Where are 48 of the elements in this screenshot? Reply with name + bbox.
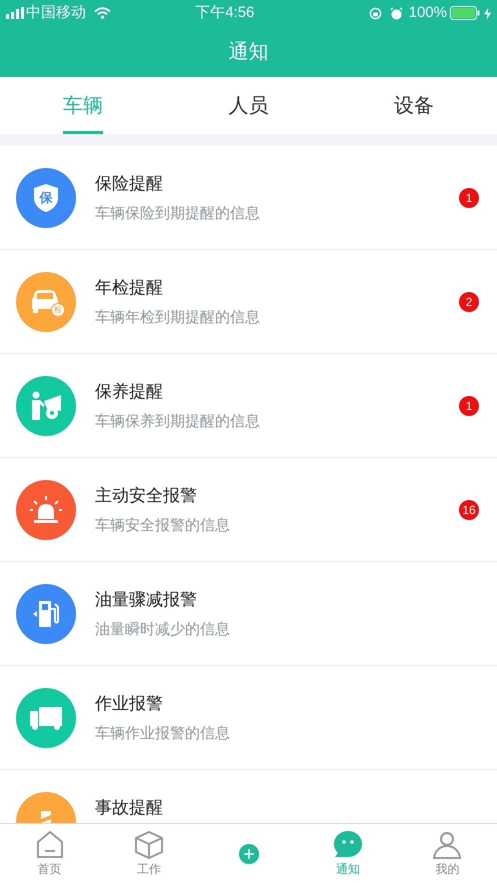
notification-title: 事故提醒 bbox=[95, 797, 164, 819]
notification-title: 主动安全报警 bbox=[95, 485, 198, 507]
unread-count: 16 bbox=[459, 500, 479, 520]
carrier-label: 中国移动 bbox=[26, 2, 86, 23]
plus-icon bbox=[244, 848, 254, 858]
mechanic-icon bbox=[29, 390, 63, 420]
notification-description: 车辆保险到期提醒的信息 bbox=[95, 204, 261, 224]
rotation-lock-icon bbox=[368, 6, 382, 20]
notification-description: 车辆作业报警的信息 bbox=[95, 724, 231, 744]
unread-count: 2 bbox=[459, 292, 479, 312]
charging-bolt-icon bbox=[484, 6, 491, 20]
truck-icon bbox=[28, 704, 64, 730]
notification-row[interactable]: 检 年检提醒 车辆年检到期提醒的信息 2 bbox=[0, 250, 497, 354]
notification-description: 车辆安全报警的信息 bbox=[95, 516, 231, 536]
siren-icon bbox=[29, 494, 63, 524]
house-icon bbox=[34, 830, 65, 860]
notification-title: 作业报警 bbox=[95, 693, 164, 715]
time-label: 下午4:56 bbox=[195, 2, 254, 23]
add-button[interactable] bbox=[238, 844, 259, 864]
notification-description: 油量瞬时减少的信息 bbox=[95, 620, 231, 640]
notification-row[interactable]: 油量骤减报警 油量瞬时减少的信息 bbox=[0, 562, 497, 666]
unread-count: 1 bbox=[459, 396, 479, 416]
notification-title: 保养提醒 bbox=[95, 381, 164, 403]
notification-title: 油量骤减报警 bbox=[95, 589, 198, 611]
wifi-icon bbox=[94, 7, 111, 19]
fuel-pump-icon bbox=[31, 598, 61, 628]
battery-percent: 100% bbox=[408, 2, 447, 23]
chat-bubble-icon bbox=[332, 830, 363, 860]
tab-bar-item[interactable]: 我的 bbox=[398, 824, 497, 883]
battery-icon bbox=[450, 6, 480, 20]
page-title: 通知 bbox=[228, 40, 268, 64]
notification-row[interactable]: 保 保险提醒 车辆保险到期提醒的信息 1 bbox=[0, 146, 497, 250]
category-tab[interactable]: 人员 bbox=[166, 77, 332, 134]
tab-bar-item[interactable]: 工作 bbox=[99, 824, 199, 883]
category-tab[interactable]: 设备 bbox=[331, 77, 497, 134]
notification-row[interactable]: 主动安全报警 车辆安全报警的信息 16 bbox=[0, 458, 497, 562]
unread-count: 1 bbox=[459, 188, 479, 208]
signal-icon bbox=[6, 7, 24, 19]
notification-description: 车辆保养到期提醒的信息 bbox=[95, 412, 261, 432]
notification-row[interactable]: 保养提醒 车辆保养到期提醒的信息 1 bbox=[0, 354, 497, 458]
notification-title: 年检提醒 bbox=[95, 277, 164, 299]
cube-icon bbox=[134, 830, 164, 860]
notification-description: 车辆年检到期提醒的信息 bbox=[95, 308, 261, 328]
shield-icon: 保 bbox=[33, 182, 59, 212]
notification-title: 保险提醒 bbox=[95, 173, 164, 195]
person-icon bbox=[432, 830, 462, 860]
alarm-clock-icon bbox=[390, 6, 403, 20]
notification-row[interactable]: 作业报警 车辆作业报警的信息 bbox=[0, 666, 497, 770]
